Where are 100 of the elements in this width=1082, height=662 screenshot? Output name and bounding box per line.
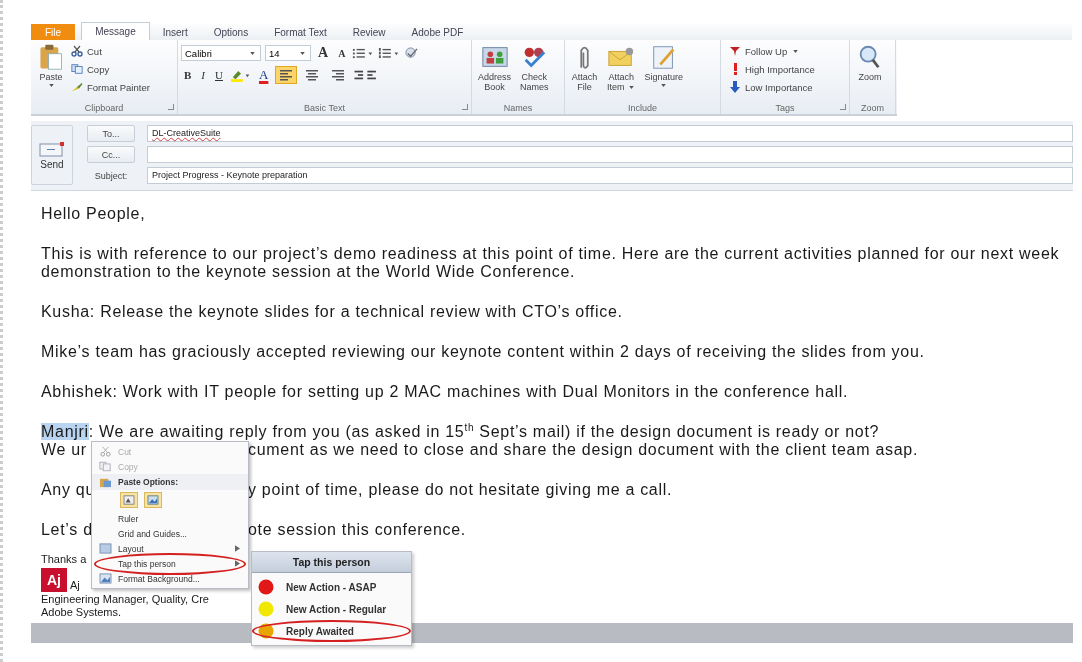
ribbon-button[interactable]: Low Importance: [729, 79, 813, 95]
spelling-icon[interactable]: [404, 46, 420, 60]
clipboard-icon: [37, 44, 65, 70]
highlighter-icon[interactable]: [229, 68, 252, 82]
grow-font-button[interactable]: A: [315, 45, 332, 61]
ribbon-button[interactable]: Follow Up: [729, 43, 801, 59]
ribbon-button[interactable]: Check Names: [517, 43, 552, 93]
launcher-icon[interactable]: [840, 104, 846, 110]
align-left-icon: [279, 69, 294, 81]
submenu-arrow-icon: [235, 560, 240, 567]
group-label: Tags: [775, 102, 795, 113]
body-text: Mike’s team has graciously accepted reviewing our keynote content within 2 days of receiving the slides from you.: [41, 343, 925, 361]
ribbon-button[interactable]: Format Painter: [71, 79, 150, 95]
font-color-button[interactable]: A: [255, 67, 272, 83]
ribbon-button[interactable]: Address Book: [475, 43, 515, 93]
caret-icon: [793, 49, 799, 53]
group-label: Include: [628, 102, 657, 113]
menu-item[interactable]: Grid and Guides...: [92, 526, 248, 541]
subject-field[interactable]: Project Progress - Keynote preparation: [147, 167, 1073, 184]
caret-icon: [300, 51, 305, 55]
body-text: Manjri: We are awaiting reply from you (as asked in 15$^{th}$ Sept’s mail) if the design document is ready or not?: [41, 423, 880, 441]
font-field[interactable]: Calibri: [181, 45, 261, 61]
scissors-icon: [99, 446, 111, 457]
caret-icon: [48, 84, 54, 87]
ribbon-tab[interactable]: Review: [339, 24, 399, 40]
launcher-icon[interactable]: [462, 104, 468, 110]
down-arrow-icon: [729, 81, 741, 93]
cc-button[interactable]: Cc...: [87, 146, 135, 163]
submenu-title: Tap this person: [252, 552, 411, 573]
shrink-font-button[interactable]: A: [335, 47, 349, 59]
ribbon-button[interactable]: Attach Item: [604, 43, 639, 93]
body-text: y point of time, please do not hesitate giving me a call.: [248, 481, 673, 499]
zoom-button[interactable]: Zoom: [853, 43, 887, 83]
body-text: cument as we need to close and share the design document with the client team asap.: [248, 441, 919, 459]
menu-item[interactable]: Format Background...: [92, 571, 248, 586]
numbering-icon[interactable]: [378, 46, 401, 60]
image-icon: [123, 495, 135, 505]
ribbon-button[interactable]: Cut: [71, 43, 150, 59]
ribbon-tab[interactable]: Options: [200, 24, 262, 40]
to-button[interactable]: To...: [87, 125, 135, 142]
to-field[interactable]: DL-CreativeSuite: [147, 125, 1073, 142]
align-right-icon: [331, 69, 346, 81]
clipboard-icon: [98, 476, 112, 488]
envelope-icon: [39, 140, 65, 157]
body-text: ote session this conference.: [248, 521, 466, 539]
caret-icon: [628, 85, 634, 89]
send-button[interactable]: Send: [31, 125, 73, 185]
scissors-icon: [71, 45, 83, 57]
paste-option-button[interactable]: [120, 492, 138, 508]
copy-icon: [99, 461, 111, 472]
paperclip-icon: [579, 45, 590, 70]
ribbon-tab[interactable]: Insert: [149, 24, 201, 40]
launcher-icon[interactable]: [168, 104, 174, 110]
menu-item[interactable]: New Action - Regular: [252, 598, 411, 620]
ribbon-button[interactable]: High Importance: [729, 61, 815, 77]
menu-item[interactable]: New Action - ASAP: [252, 576, 411, 598]
body-text: Hello People,: [41, 205, 146, 223]
italic-button[interactable]: I: [198, 69, 208, 81]
ribbon-tab[interactable]: Adobe PDF: [398, 24, 477, 40]
signature-text: Thanks a: [41, 553, 87, 566]
copy-icon: [71, 63, 83, 75]
signature-text: Adobe Systems.: [41, 606, 122, 619]
signature-text: Engineering Manager, Quality, Cre: [41, 593, 209, 606]
signature-name: Aj: [70, 579, 80, 592]
paste-button[interactable]: Paste: [34, 43, 68, 90]
group-label: Clipboard: [84, 102, 124, 113]
menu-item[interactable]: Layout: [92, 541, 248, 556]
body-text: Kusha: Release the keynote slides for a technical review with CTO’s office.: [41, 303, 623, 321]
caret-icon: [250, 51, 255, 55]
group-label: Names: [503, 102, 533, 113]
avatar-badge: Aj: [41, 568, 67, 592]
ribbon-button[interactable]: Attach File: [568, 43, 601, 93]
flag-icon: [729, 45, 741, 57]
cc-field[interactable]: [147, 146, 1073, 163]
ribbon-button[interactable]: Copy: [71, 61, 150, 77]
background-icon: [98, 573, 112, 584]
bold-button[interactable]: B: [181, 69, 195, 81]
group-label: Zoom: [861, 102, 884, 113]
brush-icon: [71, 81, 83, 93]
menu-item[interactable]: Ruler: [92, 511, 248, 526]
body-text: This is with reference to our project’s demo readiness at this point of time. Here are the current activities planned for our next week: [41, 245, 1060, 263]
bullets-icon[interactable]: [352, 46, 375, 60]
font-size-field[interactable]: 14: [265, 45, 311, 61]
paste-option-button[interactable]: [144, 492, 162, 508]
ribbon-tab[interactable]: Format Text: [261, 24, 340, 40]
underline-button[interactable]: U: [212, 69, 226, 81]
ribbon-tab[interactable]: Message: [81, 22, 150, 40]
group-label: Basic Text: [304, 102, 345, 113]
submenu-arrow-icon: [235, 545, 240, 552]
caret-icon: [661, 84, 667, 87]
body-text: We ur: [41, 441, 87, 459]
menu-item[interactable]: Reply Awaited: [252, 620, 411, 642]
subject-label: Subject:: [93, 170, 129, 181]
menu-section-title: Paste Options:: [118, 477, 178, 487]
ribbon-button[interactable]: Signature: [641, 43, 687, 90]
body-text: demonstration to the keynote session at the World Wide Conference.: [41, 263, 576, 281]
image-icon: [147, 495, 159, 505]
align-center-icon: [305, 69, 320, 81]
align-button[interactable]: [275, 66, 298, 84]
body-text: Abhishek: Work with IT people for setting up 2 MAC machines with Dual Monitors in the conference hall.: [41, 383, 849, 401]
